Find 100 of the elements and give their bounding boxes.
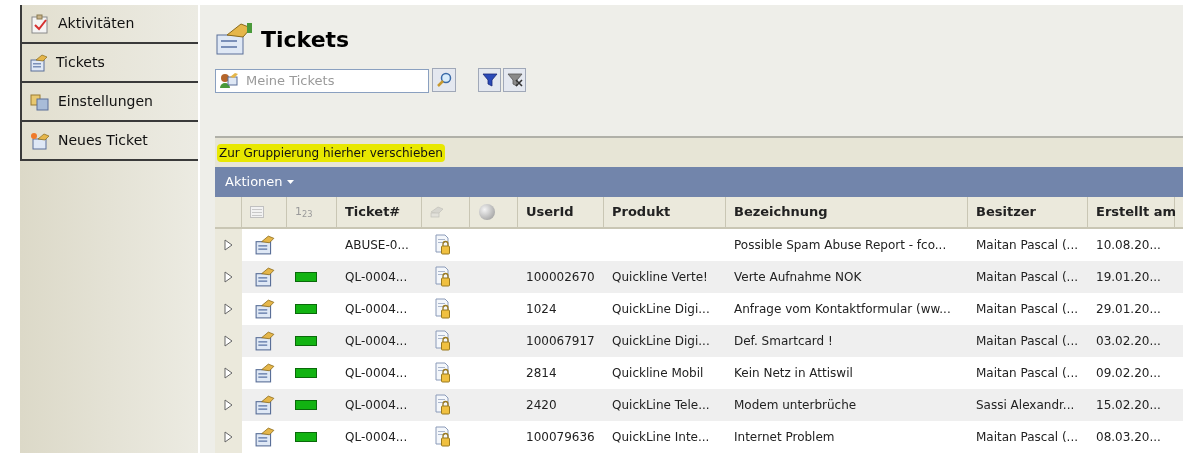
locked-document-icon [434, 362, 452, 384]
locked-document-icon [434, 426, 452, 448]
ticket-title: Def. Smartcard ! [734, 334, 833, 348]
table-row[interactable]: ABUSE-0... Possible Spam Abuse Report - fco... Maitan Pascal (... 10.08.20... [215, 229, 1183, 261]
created-date: 08.03.20... [1096, 430, 1161, 444]
ticket-icon [254, 363, 275, 383]
expand-icon[interactable] [224, 239, 233, 251]
sidebar-item[interactable]: Aktivitäten [20, 5, 198, 44]
user-id: 100067917 [526, 334, 595, 348]
ticket-number: ABUSE-0... [345, 238, 409, 252]
expand-icon[interactable] [224, 335, 233, 347]
locked-document-icon [434, 266, 452, 288]
clear-filter-icon [506, 72, 523, 88]
created-date: 10.08.20... [1096, 238, 1161, 252]
search-field[interactable]: Meine Tickets [215, 68, 429, 93]
product: Quickline Verte! [612, 270, 708, 284]
tickets-icon [215, 22, 253, 56]
table-row[interactable]: QL-0004... 2420 QuickLine Tele... Modem unterbrüche Sassi Alexandr... 15.02.20... [215, 389, 1183, 421]
ticket-icon [254, 331, 275, 351]
filter-icon [481, 72, 498, 88]
expand-icon[interactable] [224, 367, 233, 379]
page-title: Tickets [261, 25, 350, 54]
filter-button[interactable] [478, 68, 501, 92]
product: QuickLine Inte... [612, 430, 710, 444]
column-header[interactable]: Ticket# [345, 202, 401, 222]
ticket-number: QL-0004... [345, 398, 408, 412]
ticket-title: Modem unterbrüche [734, 398, 857, 412]
ticket-number: QL-0004... [345, 270, 408, 284]
settings-icon [30, 92, 50, 111]
search-button[interactable] [432, 68, 456, 92]
expand-icon[interactable] [224, 303, 233, 315]
created-date: 19.01.20... [1096, 270, 1161, 284]
sidebar-label: Neues Ticket [58, 131, 148, 150]
locked-document-icon [434, 394, 452, 416]
ticket-title: Anfrage vom Kontaktformular (ww... [734, 302, 951, 316]
ticket-number: QL-0004... [345, 334, 408, 348]
owner: Maitan Pascal (... [976, 334, 1079, 348]
owner: Maitan Pascal (... [976, 238, 1079, 252]
new-ticket-icon [30, 131, 50, 150]
owner: Sassi Alexandr... [976, 398, 1075, 412]
user-id: 2420 [526, 398, 557, 412]
table-row[interactable]: QL-0004... 100079636 QuickLine Inte... Internet Problem Maitan Pascal (... 08.03.20... [215, 421, 1183, 453]
ticket-number: QL-0004... [345, 430, 408, 444]
column-header[interactable]: Erstellt am [1096, 202, 1177, 222]
ticket-icon [254, 235, 275, 255]
actions-menu[interactable]: Aktionen [225, 172, 294, 192]
sidebar-item[interactable]: Neues Ticket [20, 122, 198, 161]
ticket-icon [254, 267, 275, 287]
owner: Maitan Pascal (... [976, 270, 1079, 284]
user-id: 100079636 [526, 430, 595, 444]
clear-filter-button[interactable] [503, 68, 526, 92]
ticket-title: Possible Spam Abuse Report - fco... [734, 238, 947, 252]
product: QuickLine Digi... [612, 334, 710, 348]
circle-icon [478, 203, 496, 221]
checklist-icon [30, 13, 50, 34]
created-date: 29.01.20... [1096, 302, 1161, 316]
hand-icon [430, 206, 444, 218]
caret-icon [286, 180, 294, 184]
list-icon [250, 206, 264, 218]
sidebar-label: Tickets [56, 53, 105, 72]
column-header[interactable]: Bezeichnung [734, 202, 828, 222]
user-id: 1024 [526, 302, 557, 316]
ticket-title: Kein Netz in Attiswil [734, 366, 853, 380]
owner: Maitan Pascal (... [976, 302, 1079, 316]
sidebar-label: Aktivitäten [58, 14, 135, 33]
expand-icon[interactable] [224, 431, 233, 443]
column-header[interactable]: Besitzer [976, 202, 1036, 222]
created-date: 15.02.20... [1096, 398, 1161, 412]
column-header[interactable]: Produkt [612, 202, 671, 222]
sidebar-item[interactable]: Tickets [20, 44, 198, 83]
table-row[interactable]: QL-0004... 100002670 Quickline Verte! Verte Aufnahme NOK Maitan Pascal (... 19.01.20... [215, 261, 1183, 293]
created-date: 03.02.20... [1096, 334, 1161, 348]
product: QuickLine Digi... [612, 302, 710, 316]
ticket-icon [254, 395, 275, 415]
owner: Maitan Pascal (... [976, 366, 1079, 380]
sidebar-item[interactable]: Einstellungen [20, 83, 198, 122]
product: QuickLine Tele... [612, 398, 710, 412]
expand-icon[interactable] [224, 399, 233, 411]
created-date: 09.02.20... [1096, 366, 1161, 380]
ticket-title: Verte Aufnahme NOK [734, 270, 862, 284]
sidebar-label: Einstellungen [58, 92, 153, 111]
locked-document-icon [434, 330, 452, 352]
product: Quickline Mobil [612, 366, 704, 380]
column-header[interactable]: UserId [526, 202, 574, 222]
user-ticket-icon [219, 71, 239, 89]
locked-document-icon [434, 298, 452, 320]
ticket-number: QL-0004... [345, 302, 408, 316]
ticket-icon [254, 299, 275, 319]
owner: Maitan Pascal (... [976, 430, 1079, 444]
locked-document-icon [434, 234, 452, 256]
user-id: 2814 [526, 366, 557, 380]
expand-icon[interactable] [224, 271, 233, 283]
table-row[interactable]: QL-0004... 1024 QuickLine Digi... Anfrage vom Kontaktformular (ww... Maitan Pascal (... 29.01.20... [215, 293, 1183, 325]
table-row[interactable]: QL-0004... 100067917 QuickLine Digi... Def. Smartcard ! Maitan Pascal (... 03.02.20... [215, 325, 1183, 357]
ticket-icon [254, 427, 275, 447]
ticket-icon [30, 53, 48, 72]
user-id: 100002670 [526, 270, 595, 284]
ticket-title: Internet Problem [734, 430, 835, 444]
search-icon [436, 72, 452, 88]
table-row[interactable]: QL-0004... 2814 Quickline Mobil Kein Netz in Attiswil Maitan Pascal (... 09.02.20... [215, 357, 1183, 389]
